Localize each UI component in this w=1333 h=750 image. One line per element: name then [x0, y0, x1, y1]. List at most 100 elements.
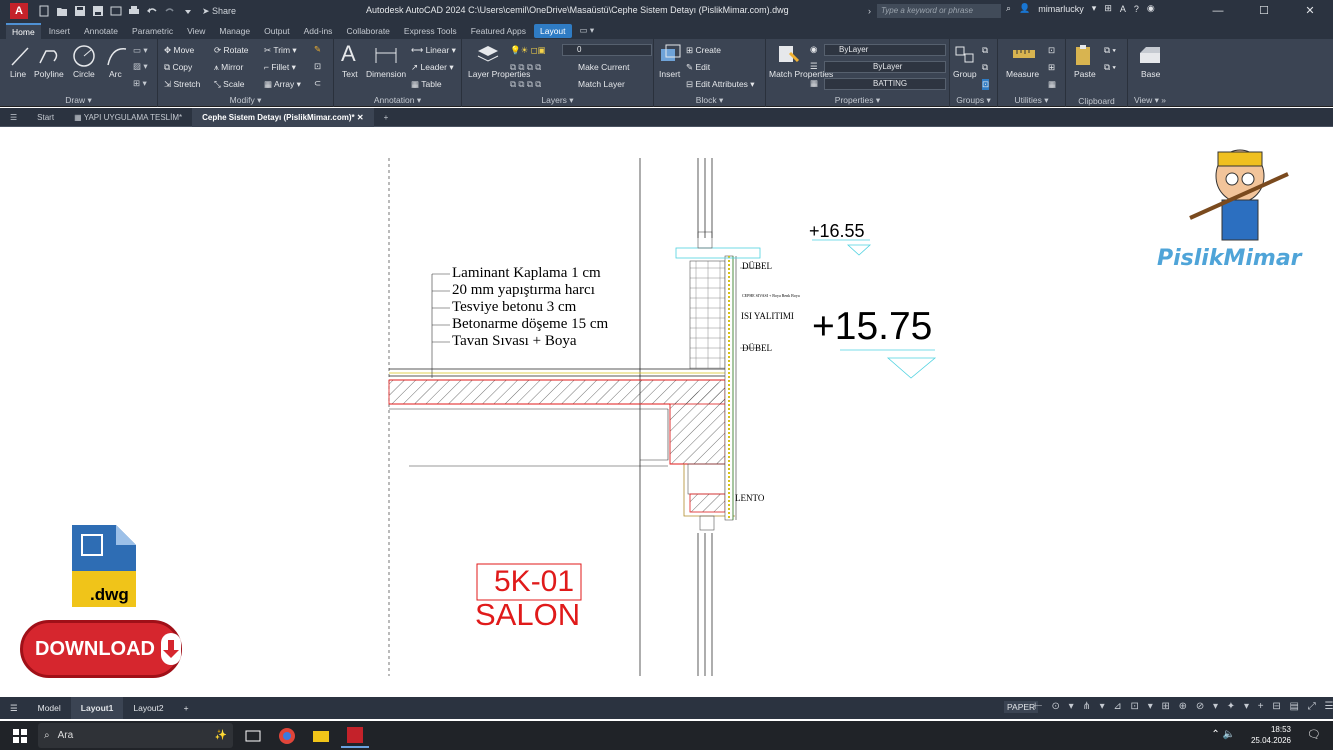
tab-output[interactable]: Output: [258, 24, 296, 38]
linetype-dropdown[interactable]: BATTING: [824, 78, 946, 90]
minimize-icon[interactable]: —: [1195, 0, 1241, 22]
search-icon[interactable]: ⌕: [1006, 3, 1011, 14]
erase-icon[interactable]: ✎: [314, 44, 321, 55]
panel-title-properties[interactable]: Properties ▾: [766, 95, 949, 106]
autocad-taskbar-icon[interactable]: [341, 723, 369, 748]
panel-title-groups[interactable]: Groups ▾: [950, 95, 997, 106]
tab-layout2[interactable]: Layout2: [123, 697, 173, 719]
arc-icon[interactable]: [106, 45, 128, 67]
application-menu-icon[interactable]: ☰: [0, 108, 27, 127]
trim-button[interactable]: ✂ Trim ▾: [264, 45, 297, 56]
save-as-icon[interactable]: [92, 5, 104, 17]
tab-home[interactable]: Home: [6, 22, 41, 39]
open-file-icon[interactable]: [56, 5, 68, 17]
panel-title-annotation[interactable]: Annotation ▾: [334, 95, 461, 106]
close-tab-icon[interactable]: ✕: [357, 113, 364, 122]
cut-icon[interactable]: ⧉ ▾: [1104, 62, 1116, 73]
copy-clip-icon[interactable]: ⧉ ▾: [1104, 45, 1116, 56]
panel-title-modify[interactable]: Modify ▾: [158, 95, 333, 106]
ungroup-icon[interactable]: ⧉: [982, 45, 988, 56]
line-icon[interactable]: [10, 45, 30, 67]
array-button[interactable]: ▦ Array ▾: [264, 79, 301, 90]
tab-insert[interactable]: Insert: [43, 24, 76, 38]
web-mobile-icon[interactable]: [110, 5, 122, 17]
file-explorer-icon[interactable]: [307, 723, 335, 748]
panel-title-clipboard[interactable]: Clipboard: [1066, 96, 1127, 106]
match-properties-icon[interactable]: [776, 43, 800, 65]
table-button[interactable]: ▦ Table: [411, 79, 442, 90]
dimension-icon[interactable]: [374, 45, 398, 65]
chevron-right-icon[interactable]: ›: [868, 6, 871, 16]
mirror-button[interactable]: ⩚ Mirror: [214, 62, 243, 73]
system-tray-icons[interactable]: ⌃ 🔈: [1211, 729, 1235, 740]
circle-button[interactable]: Circle: [73, 69, 95, 79]
leader-button[interactable]: ↗ Leader ▾: [411, 62, 454, 73]
lineweight-icon[interactable]: ☰: [810, 61, 818, 72]
select-all-icon[interactable]: ⊞: [1048, 62, 1055, 73]
match-layer-button[interactable]: Match Layer: [578, 79, 625, 89]
maximize-icon[interactable]: ☐: [1241, 0, 1287, 22]
insert-button[interactable]: Insert: [659, 69, 680, 79]
plot-icon[interactable]: [128, 5, 140, 17]
close-icon[interactable]: ✕: [1287, 0, 1333, 22]
fillet-button[interactable]: ⌐ Fillet ▾: [264, 62, 296, 73]
tab-layout[interactable]: Layout: [533, 23, 572, 38]
base-view-icon[interactable]: [1138, 45, 1162, 65]
chrome-icon[interactable]: [273, 723, 301, 748]
calculator-icon[interactable]: ▦: [1048, 79, 1056, 90]
polyline-button[interactable]: Polyline: [34, 69, 64, 79]
make-current-button[interactable]: Make Current: [578, 62, 630, 72]
paste-button[interactable]: Paste: [1074, 69, 1096, 79]
share-button[interactable]: ➤ Share: [202, 6, 236, 17]
move-button[interactable]: ✥ Move: [164, 45, 194, 56]
polyline-icon[interactable]: [38, 45, 60, 67]
notification-icon[interactable]: 🗨: [1307, 728, 1321, 741]
color-dropdown[interactable]: ByLayer: [824, 44, 946, 56]
explode-icon[interactable]: ⊡: [314, 61, 321, 72]
linetype-icon[interactable]: ▦: [810, 78, 818, 89]
rectangle-icon[interactable]: ▭ ▾: [133, 45, 148, 56]
base-button[interactable]: Base: [1141, 69, 1160, 79]
tab-collaborate[interactable]: Collaborate: [340, 24, 395, 38]
dimension-button[interactable]: Dimension: [366, 69, 406, 79]
doc-tab-cephe[interactable]: Cephe Sistem Detayı (PislikMimar.com)* ✕: [192, 107, 374, 127]
tab-express-tools[interactable]: Express Tools: [398, 24, 463, 38]
create-block-button[interactable]: ⊞ Create: [686, 45, 721, 56]
measure-icon[interactable]: [1012, 47, 1036, 61]
paste-icon[interactable]: [1074, 43, 1094, 67]
doc-tab-yapi[interactable]: ▦ YAPI UYGULAMA TESLİM*: [64, 108, 192, 127]
copy-button[interactable]: ⧉ Copy: [164, 62, 192, 73]
doc-tab-start[interactable]: Start: [27, 108, 64, 127]
arc-button[interactable]: Arc: [109, 69, 122, 79]
stretch-button[interactable]: ⇲ Stretch: [164, 79, 200, 90]
help-icon[interactable]: ?: [1134, 4, 1139, 14]
tab-layout1[interactable]: Layout1: [70, 697, 124, 719]
chevron-down-icon[interactable]: ▾: [1092, 3, 1097, 14]
panel-title-view[interactable]: View ▾ »: [1128, 95, 1172, 106]
panel-title-draw[interactable]: Draw ▾: [0, 95, 157, 106]
layer-tools-icons[interactable]: ⧉ ⧉ ⧉ ⧉: [510, 62, 541, 73]
new-file-icon[interactable]: [38, 5, 50, 17]
tab-view[interactable]: View: [181, 24, 211, 38]
group-icon[interactable]: [954, 45, 976, 65]
tab-manage[interactable]: Manage: [213, 24, 256, 38]
text-icon[interactable]: A: [341, 41, 356, 67]
panel-title-utilities[interactable]: Utilities ▾: [998, 95, 1065, 106]
tab-featured-apps[interactable]: Featured Apps: [465, 24, 532, 38]
download-button[interactable]: DOWNLOAD: [20, 620, 182, 678]
tab-model[interactable]: Model: [28, 697, 71, 719]
tab-annotate[interactable]: Annotate: [78, 24, 124, 38]
layer-state-icons[interactable]: 💡☀ ◻▣: [510, 45, 546, 56]
redo-icon[interactable]: [164, 5, 176, 17]
ribbon-options-icon[interactable]: ▭ ▾: [574, 23, 601, 38]
boundary-icon[interactable]: ⊞ ▾: [133, 78, 147, 89]
autodesk-app-icon[interactable]: A: [1120, 4, 1126, 14]
task-view-icon[interactable]: [239, 723, 267, 748]
layer-properties-icon[interactable]: [476, 43, 500, 65]
save-icon[interactable]: [74, 5, 86, 17]
measure-button[interactable]: Measure: [1006, 69, 1039, 79]
status-menu-icon[interactable]: ☰: [0, 697, 28, 719]
linear-button[interactable]: ⟷ Linear ▾: [411, 45, 456, 56]
layer-tools-icons-2[interactable]: ⧉ ⧉ ⧉ ⧉: [510, 79, 541, 90]
circle-icon[interactable]: [72, 44, 96, 68]
